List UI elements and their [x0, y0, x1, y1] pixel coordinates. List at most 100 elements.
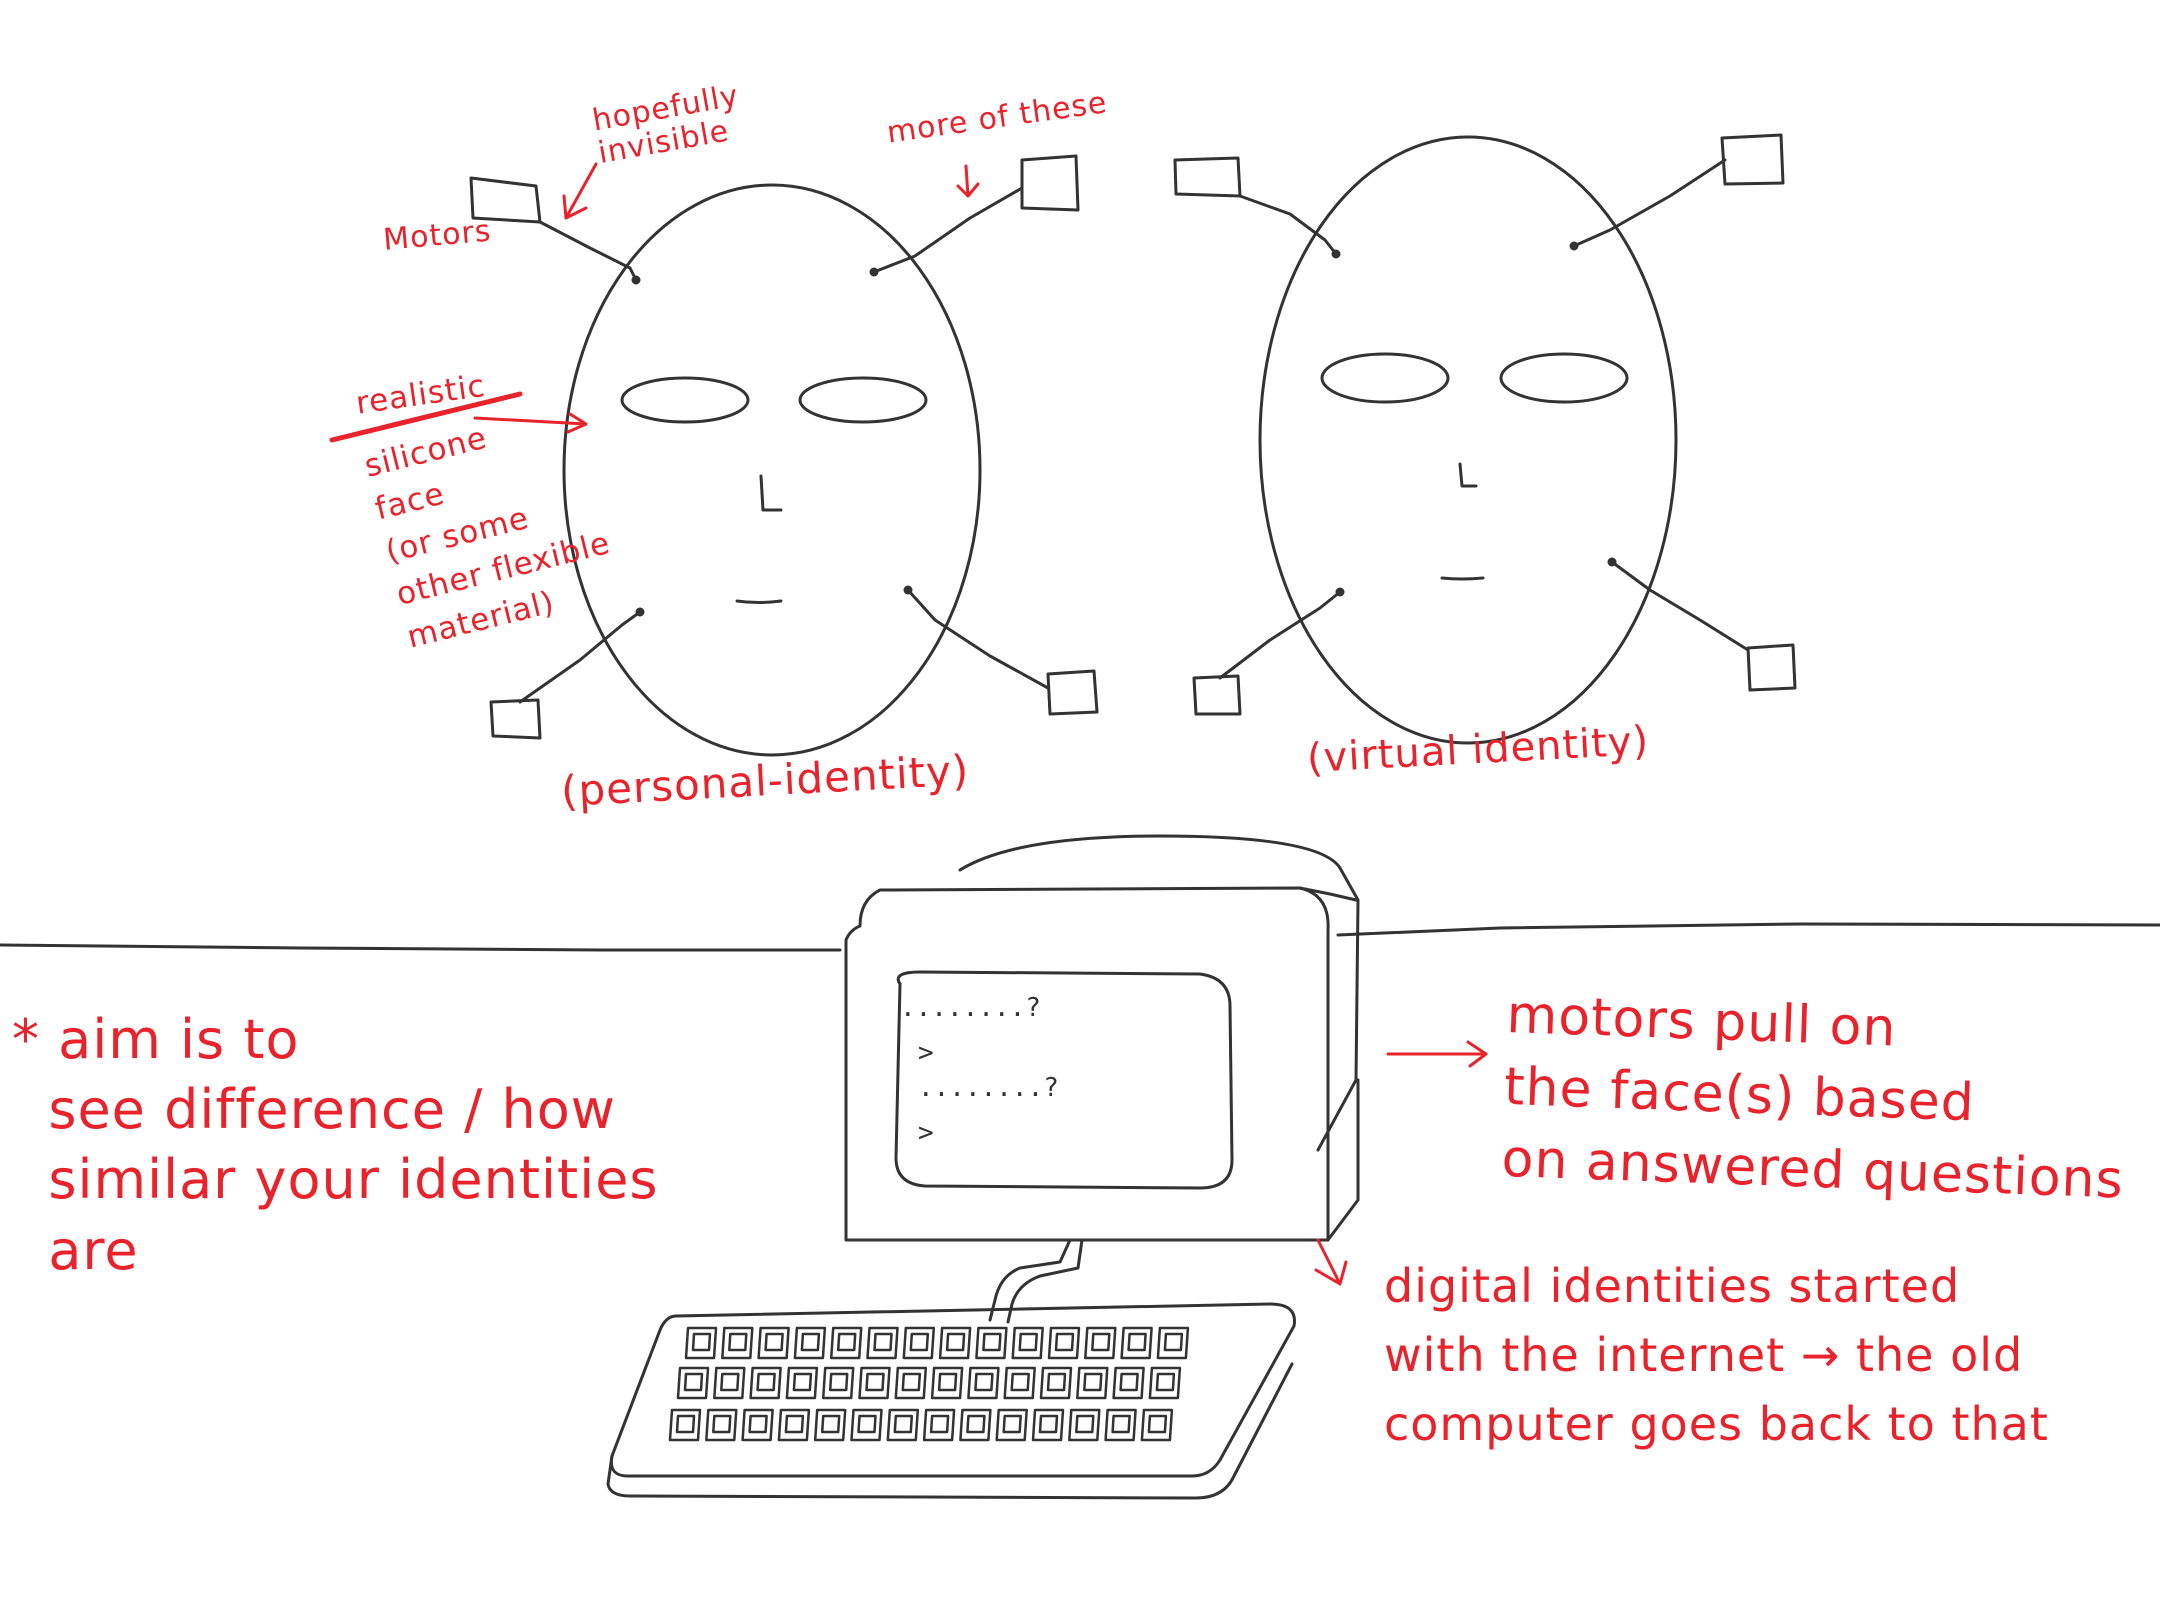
keyboard-key-cap — [728, 1332, 748, 1352]
note-digital-identities: digital identities started with the inte… — [1384, 1259, 2049, 1451]
motor-box — [1720, 133, 1785, 186]
motor-box — [1746, 643, 1797, 692]
motor-box — [1046, 669, 1099, 716]
keyboard-base — [606, 1362, 1294, 1500]
note-aim: * aim is to see difference / how similar… — [12, 1008, 659, 1282]
keyboard-key — [821, 1366, 855, 1400]
keyboard-key-cap — [893, 1414, 914, 1434]
keyboard-key — [922, 1408, 956, 1442]
keyboard-key-cap — [1046, 1372, 1067, 1392]
screen-prompt-2: > — [918, 1118, 934, 1148]
keyboard-key-cap — [1147, 1414, 1168, 1434]
keyboard-key-cap — [1119, 1372, 1139, 1392]
keyboard-key — [1148, 1366, 1182, 1400]
motor-attach-point — [631, 275, 641, 285]
left-eye — [620, 376, 750, 424]
keyboard-key — [829, 1326, 863, 1360]
keyboard-key-cap — [784, 1414, 805, 1434]
keyboard-key — [1003, 1366, 1036, 1400]
keyboard-key — [777, 1408, 811, 1442]
keyboard-key — [749, 1366, 782, 1400]
motor-box — [1020, 154, 1080, 212]
keyboard-key-cap — [929, 1414, 950, 1434]
keyboard-key — [1068, 1408, 1101, 1442]
mouth — [735, 599, 783, 604]
motor-attach-point — [903, 585, 913, 595]
keyboard-key-cap — [691, 1332, 712, 1352]
keyboard-key-cap — [820, 1414, 841, 1434]
arrow-more-of-these — [956, 164, 980, 198]
motor-wire — [1218, 590, 1342, 680]
keyboard-key — [1031, 1408, 1065, 1442]
keyboard-key-cap — [800, 1332, 821, 1352]
keyboard-key — [668, 1408, 702, 1442]
keyboard-key-cap — [683, 1372, 704, 1392]
keyboard-key-cap — [945, 1332, 966, 1352]
keyboard-key-cap — [865, 1372, 885, 1392]
keyboard-key — [894, 1366, 928, 1400]
arrow-digital-identities — [1314, 1238, 1348, 1286]
keyboard-key — [886, 1408, 920, 1442]
arrow-hopefully-invisible — [562, 162, 598, 220]
keyboard-key-cap — [748, 1414, 768, 1434]
screen-prompt-1: > — [918, 1038, 934, 1068]
keyboard-key — [858, 1366, 891, 1400]
table-line — [0, 922, 2160, 952]
keyboard-key-cap — [836, 1332, 857, 1352]
keyboard-key-cap — [1163, 1332, 1184, 1352]
nose — [1458, 462, 1478, 488]
motor-wire — [1610, 560, 1750, 652]
motor-attach-point — [1607, 557, 1617, 567]
virtual-identity-face — [1173, 133, 1797, 745]
keyboard-keys — [668, 1326, 1190, 1442]
keyboard-key-cap — [1155, 1372, 1176, 1392]
face-outline — [562, 183, 982, 757]
right-eye — [1499, 352, 1629, 404]
screen-question-2: ........? — [918, 1073, 1059, 1103]
arrow-motors-pull — [1386, 1040, 1488, 1068]
keyboard-key-cap — [792, 1372, 813, 1392]
keyboard-key-cap — [974, 1372, 994, 1392]
keyboard-key — [995, 1408, 1028, 1442]
keyboard-key-cap — [1091, 1332, 1111, 1352]
keyboard-key — [1039, 1366, 1073, 1400]
motor-box — [1173, 156, 1242, 198]
keyboard-key — [1120, 1326, 1153, 1360]
motor-attach-point — [1335, 587, 1345, 597]
keyboard-key — [1156, 1326, 1190, 1360]
keyboard-key-cap — [1083, 1372, 1103, 1392]
keyboard-key — [684, 1326, 718, 1360]
keyboard-key — [866, 1326, 899, 1360]
keyboard-key — [705, 1408, 738, 1442]
sketch-canvas: ........? > ........? > hopefully invisi… — [0, 0, 2160, 1620]
keyboard-key — [967, 1366, 1000, 1400]
motor-attach-point — [635, 607, 645, 617]
keyboard-key-cap — [756, 1372, 776, 1392]
keyboard-key — [793, 1326, 827, 1360]
keyboard-key — [959, 1408, 992, 1442]
keyboard-key-cap — [720, 1372, 740, 1392]
motor-wire — [872, 186, 1024, 274]
keyboard-key — [902, 1326, 936, 1360]
keyboard-key — [813, 1408, 847, 1442]
keyboard-key — [1112, 1366, 1145, 1400]
keyboard-key — [757, 1326, 790, 1360]
keyboard-key-cap — [937, 1372, 958, 1392]
keyboard-key-cap — [1127, 1332, 1147, 1352]
motor-box — [489, 698, 542, 740]
keyboard-key-cap — [909, 1332, 930, 1352]
keyboard-key — [721, 1326, 754, 1360]
keyboard-key-cap — [966, 1414, 986, 1434]
keyboard-key-cap — [1038, 1414, 1059, 1434]
motor-wire — [906, 588, 1050, 690]
motor-attach-point — [869, 267, 879, 277]
keyboard-key-cap — [764, 1332, 784, 1352]
keyboard-key-cap — [857, 1414, 877, 1434]
motor-attach-point — [1331, 249, 1341, 259]
keyboard-key — [1140, 1408, 1174, 1442]
keyboard-key-cap — [675, 1414, 696, 1434]
keyboard-key — [975, 1326, 1008, 1360]
keyboard-key-cap — [1002, 1414, 1022, 1434]
motor-attach-point — [1569, 241, 1579, 251]
nose — [759, 474, 783, 512]
